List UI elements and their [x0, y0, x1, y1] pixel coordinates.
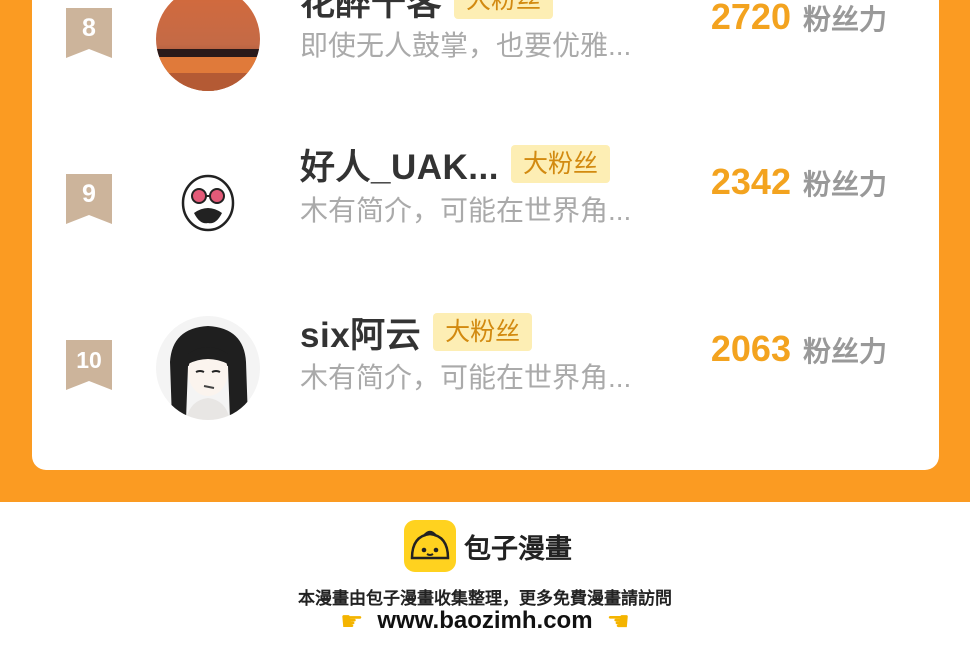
pointing-hand-icon: ☚ — [606, 606, 630, 636]
rank-flag: 8 — [66, 8, 112, 58]
fan-level-badge: 大粉丝 — [433, 313, 533, 351]
user-bio: 即使无人鼓掌，也要优雅... — [300, 30, 632, 61]
fan-level-badge: 大粉丝 — [510, 145, 610, 183]
site-url-link[interactable]: www.baozimh.com — [377, 607, 592, 635]
user-name[interactable]: 好人_UAK... — [300, 139, 499, 190]
brand-logo[interactable]: 包子漫畫 — [404, 520, 572, 572]
score-unit: 粉丝力 — [802, 169, 887, 200]
score-unit: 粉丝力 — [802, 4, 887, 35]
score-value: 2063 — [710, 328, 791, 369]
footer-url-line: ☛ www.baozimh.com ☚ — [0, 606, 970, 636]
pointing-hand-icon: ☛ — [340, 606, 364, 636]
fan-score: 2720 粉丝力 — [711, 0, 887, 38]
fan-level-badge: 大粉丝 — [454, 0, 554, 19]
rank-flag: 10 — [66, 340, 112, 390]
rank-flag: 9 — [66, 174, 112, 224]
rank-row[interactable]: 10 six阿云 大粉丝 木有简介，可能在世界角... 2063 粉丝力 — [32, 292, 939, 420]
user-name[interactable]: 花醉千客 — [300, 0, 442, 26]
user-bio: 木有简介，可能在世界角... — [300, 195, 632, 226]
rank-row[interactable]: 9 好人_UAK... 大粉丝 木有简介，可能在世界角... 2342 粉丝力 — [32, 125, 939, 255]
brand-name: 包子漫畫 — [464, 533, 572, 564]
user-bio: 木有简介，可能在世界角... — [300, 362, 632, 393]
user-name[interactable]: six阿云 — [300, 307, 421, 358]
footer: 包子漫畫 本漫畫由包子漫畫收集整理，更多免費漫畫請訪問 ☛ www.baozim… — [0, 502, 970, 654]
score-unit: 粉丝力 — [802, 336, 887, 367]
score-value: 2342 — [710, 161, 791, 202]
score-value: 2720 — [710, 0, 791, 37]
sunset-photo-avatar[interactable] — [156, 0, 260, 91]
fan-score: 2342 粉丝力 — [711, 161, 887, 203]
rank-row[interactable]: 8 花醉千客 大粉丝 即使无人鼓掌，也要优雅... 2720 粉丝力 — [32, 0, 939, 91]
bun-logo-icon — [404, 520, 456, 572]
ranking-card: 8 花醉千客 大粉丝 即使无人鼓掌，也要优雅... 2720 粉丝力 9 好人_… — [32, 0, 939, 470]
fan-score: 2063 粉丝力 — [711, 328, 887, 370]
sunglasses-face-avatar[interactable] — [156, 151, 260, 255]
anime-girl-avatar[interactable] — [156, 316, 260, 420]
